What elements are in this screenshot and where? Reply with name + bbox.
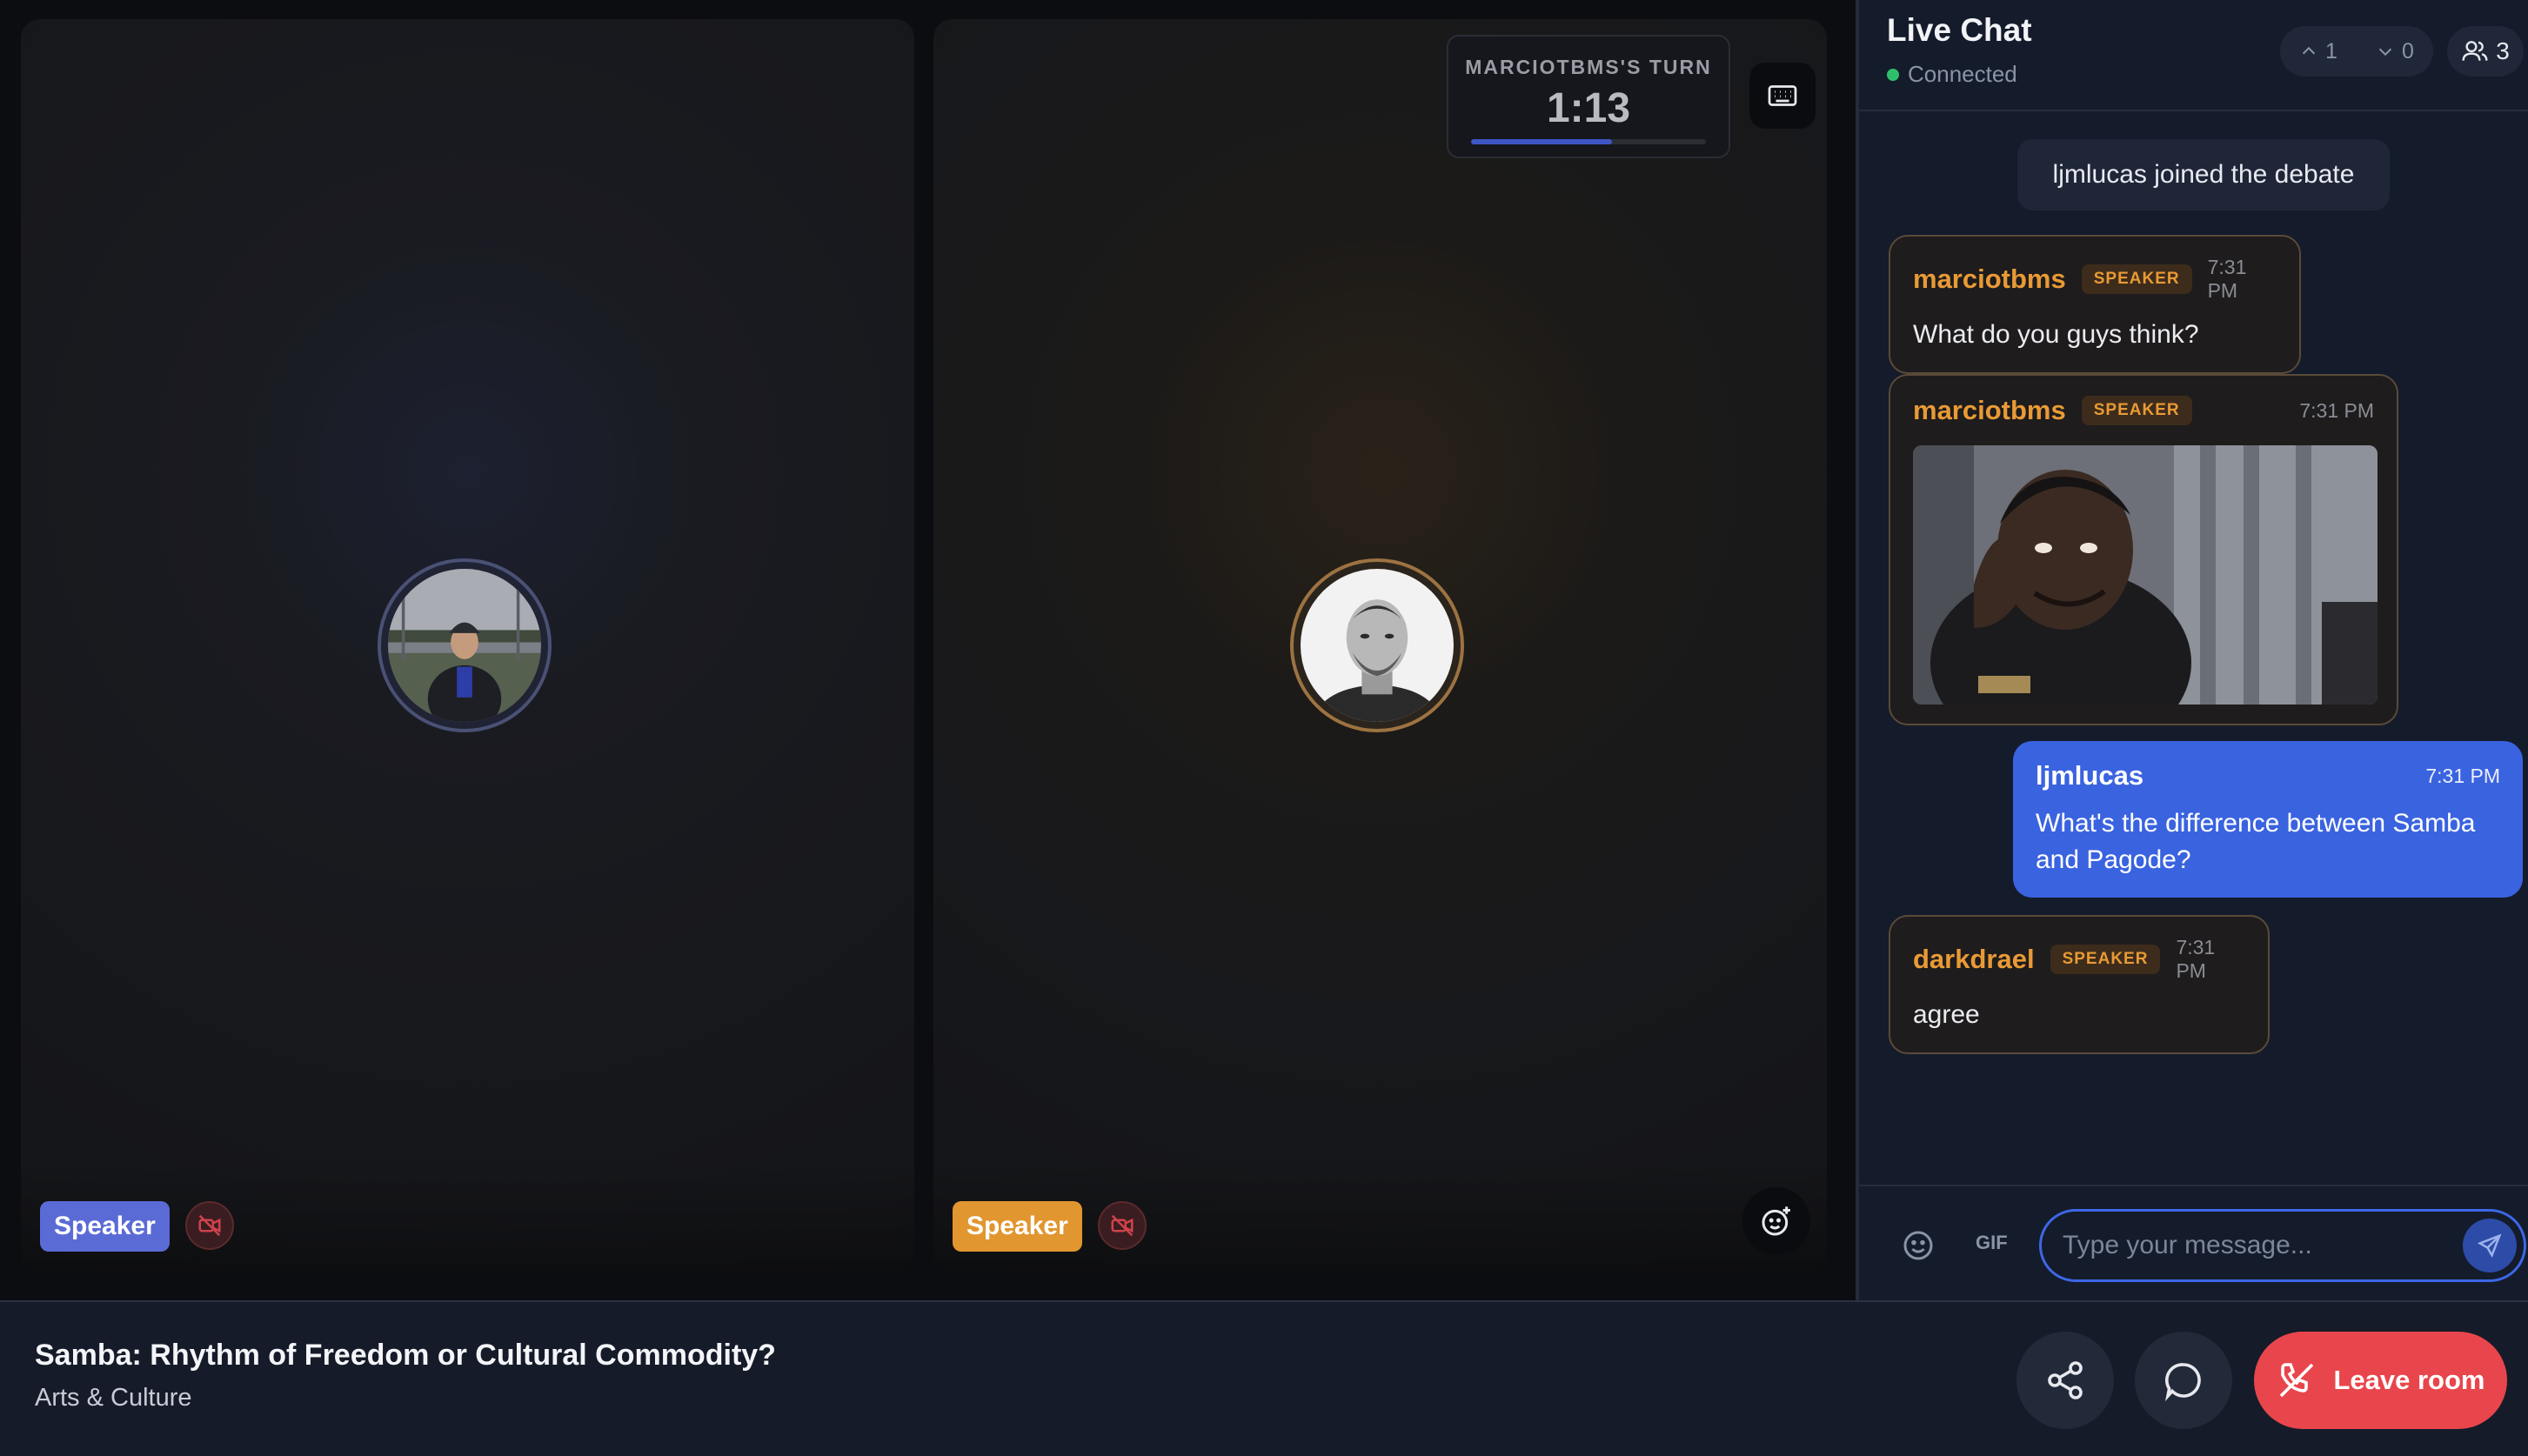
turn-progress-fill [1471, 139, 1612, 144]
camera-off-icon[interactable] [185, 1201, 234, 1250]
chevron-up-icon [2302, 46, 2316, 55]
toggle-chat-button[interactable] [2135, 1332, 2232, 1429]
speaker-badge: Speaker [953, 1201, 1082, 1252]
chevron-down-icon [2378, 48, 2392, 57]
role-badge: SPEAKER [2081, 396, 2192, 425]
avatar-photo-1 [388, 569, 541, 722]
message-input[interactable] [2042, 1212, 2524, 1279]
turn-progress-bar [1471, 139, 1706, 144]
upvote-button[interactable]: 1 [2299, 39, 2337, 64]
message-text: What do you guys think? [1913, 320, 2199, 349]
room-footer: Samba: Rhythm of Freedom or Cultural Com… [0, 1300, 2528, 1456]
chat-title: Live Chat [1887, 12, 2032, 48]
gif-image[interactable] [1913, 445, 2378, 705]
participant-tile-2[interactable]: MARCIOTBMS'S TURN 1:13 Speaker [933, 19, 1827, 1272]
message-input-wrapper [2039, 1209, 2526, 1282]
turn-time: 1:13 [1546, 85, 1631, 131]
speaker-badge: Speaker [40, 1201, 170, 1252]
avatar-photo-2 [1301, 569, 1454, 722]
room-category: Arts & Culture [35, 1384, 192, 1412]
message-author[interactable]: marciotbms [1913, 395, 2066, 426]
message-time: 7:31 PM [2207, 256, 2247, 302]
chat-header: Live Chat Connected 1 0 3 [1859, 0, 2528, 111]
message-time: 7:31 PM [2176, 936, 2216, 982]
camera-off-icon[interactable] [1098, 1201, 1147, 1250]
turn-timer: MARCIOTBMS'S TURN 1:13 [1447, 35, 1730, 158]
gif-button[interactable]: GIF [1976, 1232, 2008, 1254]
message-author[interactable]: marciotbms [1913, 264, 2066, 295]
send-button[interactable] [2463, 1219, 2517, 1272]
message-time: 7:31 PM [2425, 764, 2500, 787]
share-button[interactable] [2016, 1332, 2114, 1429]
leave-room-label: Leave room [2333, 1365, 2485, 1395]
participant-tile-1[interactable]: Speaker [21, 19, 914, 1272]
message-list: ljmlucas joined the debate marciotbms SP… [1859, 113, 2528, 1183]
emoji-picker-icon[interactable] [1901, 1228, 1936, 1263]
participant-avatar-1 [378, 558, 552, 732]
message-author[interactable]: ljmlucas [2036, 760, 2143, 791]
chat-bubble-icon [2165, 1363, 2201, 1401]
keyboard-shortcuts-button[interactable] [1749, 63, 1816, 129]
role-badge: SPEAKER [2081, 264, 2192, 294]
status-dot-icon [1887, 68, 1899, 81]
room-title: Samba: Rhythm of Freedom or Cultural Com… [35, 1339, 776, 1372]
status-text: Connected [1908, 61, 2017, 87]
participant-avatar-2 [1290, 558, 1464, 732]
message-bubble: darkdrael SPEAKER 7:31 PM agree [1889, 915, 2270, 1054]
message-bubble-gif: marciotbms SPEAKER 7:31 PM [1889, 374, 2398, 725]
own-message-bubble: ljmlucas 7:31 PM What's the difference b… [2013, 741, 2523, 898]
message-author[interactable]: darkdrael [1913, 944, 2035, 975]
connection-status: Connected [1887, 61, 2017, 88]
chat-panel: Live Chat Connected 1 0 3 ljmlucas joine… [1856, 0, 2528, 1300]
share-icon [2048, 1361, 2083, 1399]
participant-count: 3 [2496, 37, 2510, 64]
emoji-add-icon [1762, 1206, 1790, 1236]
participants-button[interactable]: 3 [2447, 26, 2524, 77]
message-text: agree [1913, 1000, 1980, 1029]
vote-controls: 1 0 [2280, 26, 2433, 77]
downvote-count: 0 [2402, 38, 2414, 63]
downvote-button[interactable]: 0 [2376, 39, 2414, 64]
keyboard-icon [1768, 85, 1797, 106]
message-bubble: marciotbms SPEAKER 7:31 PM What do you g… [1889, 235, 2301, 374]
message-time: 7:31 PM [2299, 398, 2374, 422]
users-icon [2462, 41, 2488, 61]
turn-label: MARCIOTBMS'S TURN [1465, 56, 1712, 78]
role-badge: SPEAKER [2050, 945, 2161, 974]
send-icon [2477, 1233, 2502, 1259]
leave-room-button[interactable]: Leave room [2254, 1332, 2507, 1429]
phone-off-icon [2280, 1363, 2314, 1398]
add-reaction-button[interactable] [1742, 1187, 1810, 1255]
video-stage: Speaker MARCIOTBMS'S TURN 1:13 Speaker [0, 0, 1856, 1300]
message-text: What's the difference between Samba and … [2036, 809, 2476, 874]
system-message: ljmlucas joined the debate [2017, 139, 2390, 210]
upvote-count: 1 [2325, 38, 2337, 63]
message-composer: GIF [1859, 1185, 2528, 1300]
